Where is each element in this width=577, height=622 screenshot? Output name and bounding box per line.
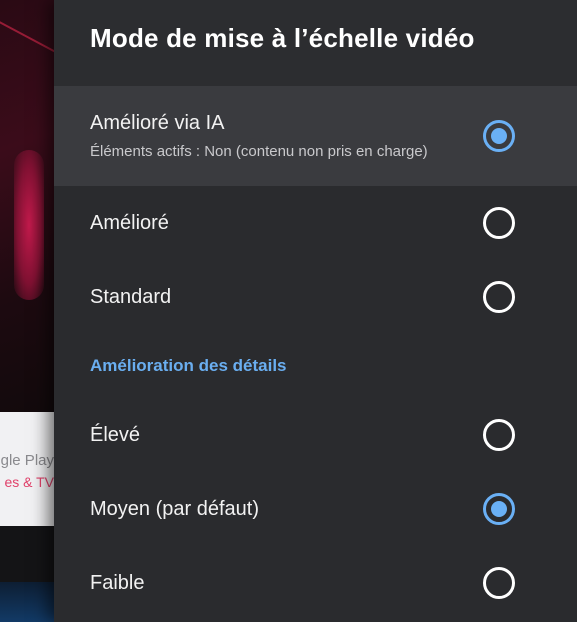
background-hero-image: [0, 0, 54, 412]
option-label: Amélioré via IA: [90, 112, 225, 134]
radio-unselected-icon[interactable]: [483, 419, 515, 451]
radio-selected-icon[interactable]: [483, 493, 515, 525]
radio-unselected-icon[interactable]: [483, 207, 515, 239]
background-card-title: gle Play: [0, 452, 54, 469]
section-header-detail-enhancement: Amélioration des détails: [90, 356, 287, 375]
option-ai-enhanced[interactable]: Amélioré via IA Éléments actifs : Non (c…: [54, 86, 577, 186]
background-app-card: gle Play es & TV: [0, 412, 54, 526]
radio-unselected-icon[interactable]: [483, 567, 515, 599]
option-detail-low[interactable]: Faible: [54, 546, 577, 620]
radio-unselected-icon[interactable]: [483, 281, 515, 313]
panel-header: Mode de mise à l’échelle vidéo: [54, 0, 577, 86]
panel-title: Mode de mise à l’échelle vidéo: [90, 22, 475, 53]
background-card-subtitle: es & TV: [4, 474, 54, 490]
option-label: Standard: [90, 285, 172, 308]
option-label: Amélioré: [90, 211, 169, 234]
background-app: gle Play es & TV: [0, 0, 54, 622]
option-enhanced[interactable]: Amélioré: [54, 186, 577, 260]
option-sublabel: Éléments actifs : Non (contenu non pris …: [90, 143, 428, 160]
option-label: Moyen (par défaut): [90, 497, 259, 520]
screen: gle Play es & TV Mode de mise à l’échell…: [0, 0, 577, 622]
option-label: Faible: [90, 571, 145, 594]
background-bottom-strip: [0, 582, 54, 622]
option-label: Élevé: [90, 423, 141, 446]
radio-selected-icon[interactable]: [483, 120, 515, 152]
option-standard[interactable]: Standard: [54, 260, 577, 334]
option-detail-high[interactable]: Élevé: [54, 398, 577, 472]
option-detail-medium[interactable]: Moyen (par défaut): [54, 472, 577, 546]
settings-panel: Mode de mise à l’échelle vidéo Amélioré …: [54, 0, 577, 622]
